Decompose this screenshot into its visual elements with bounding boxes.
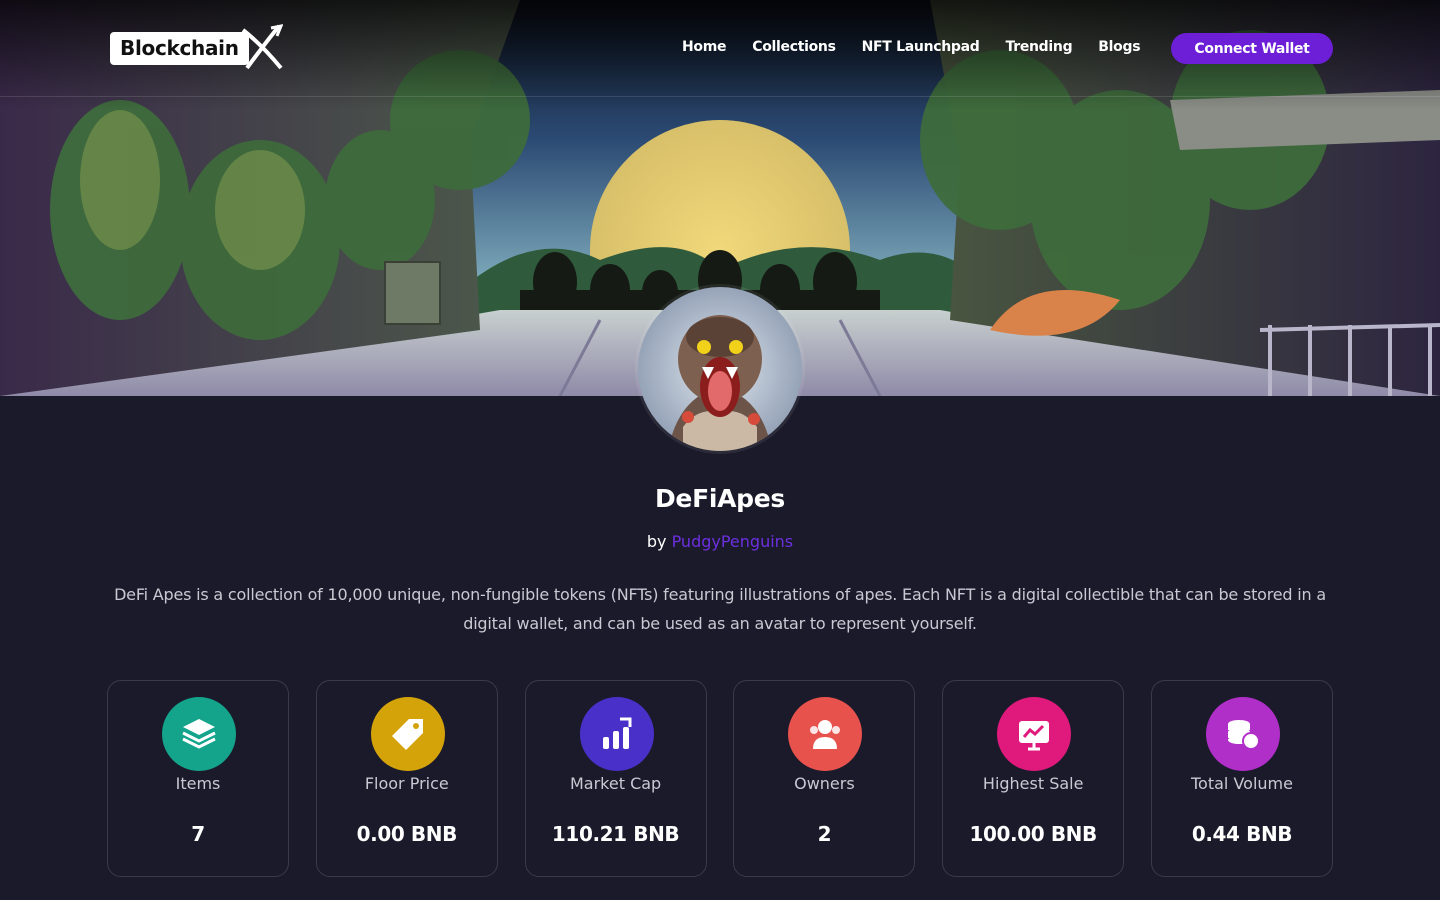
stat-value: 7 — [191, 822, 205, 846]
ape-avatar-image — [638, 287, 802, 451]
layers-icon — [162, 697, 236, 771]
users-icon — [788, 697, 863, 771]
stat-label: Owners — [794, 774, 855, 793]
coins-icon — [1205, 697, 1280, 771]
nav-nft-launchpad[interactable]: NFT Launchpad — [862, 36, 980, 58]
main-nav: Home Collections NFT Launchpad Trending … — [682, 36, 1166, 58]
stat-value: 110.21 BNB — [551, 822, 680, 846]
stat-label: Total Volume — [1191, 774, 1293, 793]
byline-prefix: by — [646, 532, 667, 551]
nav-trending[interactable]: Trending — [1006, 36, 1073, 58]
stat-card-owners: Owners 2 — [733, 680, 916, 877]
collection-description: DeFi Apes is a collection of 10,000 uniq… — [114, 585, 1326, 633]
collection-avatar — [638, 287, 802, 451]
stat-card-total-volume: Total Volume 0.44 BNB — [1150, 680, 1333, 877]
stat-value: 2 — [817, 822, 832, 846]
stat-card-highest-sale: Highest Sale 100.00 BNB — [942, 680, 1125, 877]
presentation-chart-icon — [997, 697, 1072, 771]
collection-byline: by PudgyPenguins — [0, 532, 1440, 551]
creator-link[interactable]: PudgyPenguins — [672, 532, 794, 551]
stat-value: 0.44 BNB — [1191, 822, 1293, 846]
stat-value: 100.00 BNB — [969, 822, 1098, 846]
site-header: Blockchain Home Collections NFT Launchpa… — [0, 0, 1440, 97]
stat-label: Floor Price — [364, 774, 449, 793]
stat-card-floor-price: Floor Price 0.00 BNB — [315, 680, 498, 877]
connect-wallet-button[interactable]: Connect Wallet — [1171, 33, 1333, 64]
site-logo[interactable]: Blockchain — [110, 24, 283, 72]
chart-up-icon — [579, 697, 654, 771]
nav-home[interactable]: Home — [682, 36, 727, 58]
nav-blogs[interactable]: Blogs — [1098, 36, 1140, 58]
tag-icon — [370, 697, 445, 771]
stat-label: Market Cap — [569, 774, 662, 793]
stat-value: 0.00 BNB — [356, 822, 458, 846]
logo-wordmark: Blockchain — [110, 31, 249, 65]
collection-stats: Items 7 Floor Price 0.00 BNB Market Cap … — [107, 680, 1333, 877]
stat-label: Items — [175, 774, 221, 793]
stat-card-items: Items 7 — [107, 680, 289, 877]
logo-x-icon — [241, 24, 283, 70]
nav-collections[interactable]: Collections — [752, 36, 836, 58]
collection-title: DeFiApes — [654, 484, 786, 513]
stat-card-market-cap: Market Cap 110.21 BNB — [524, 680, 707, 877]
stat-label: Highest Sale — [982, 774, 1084, 793]
